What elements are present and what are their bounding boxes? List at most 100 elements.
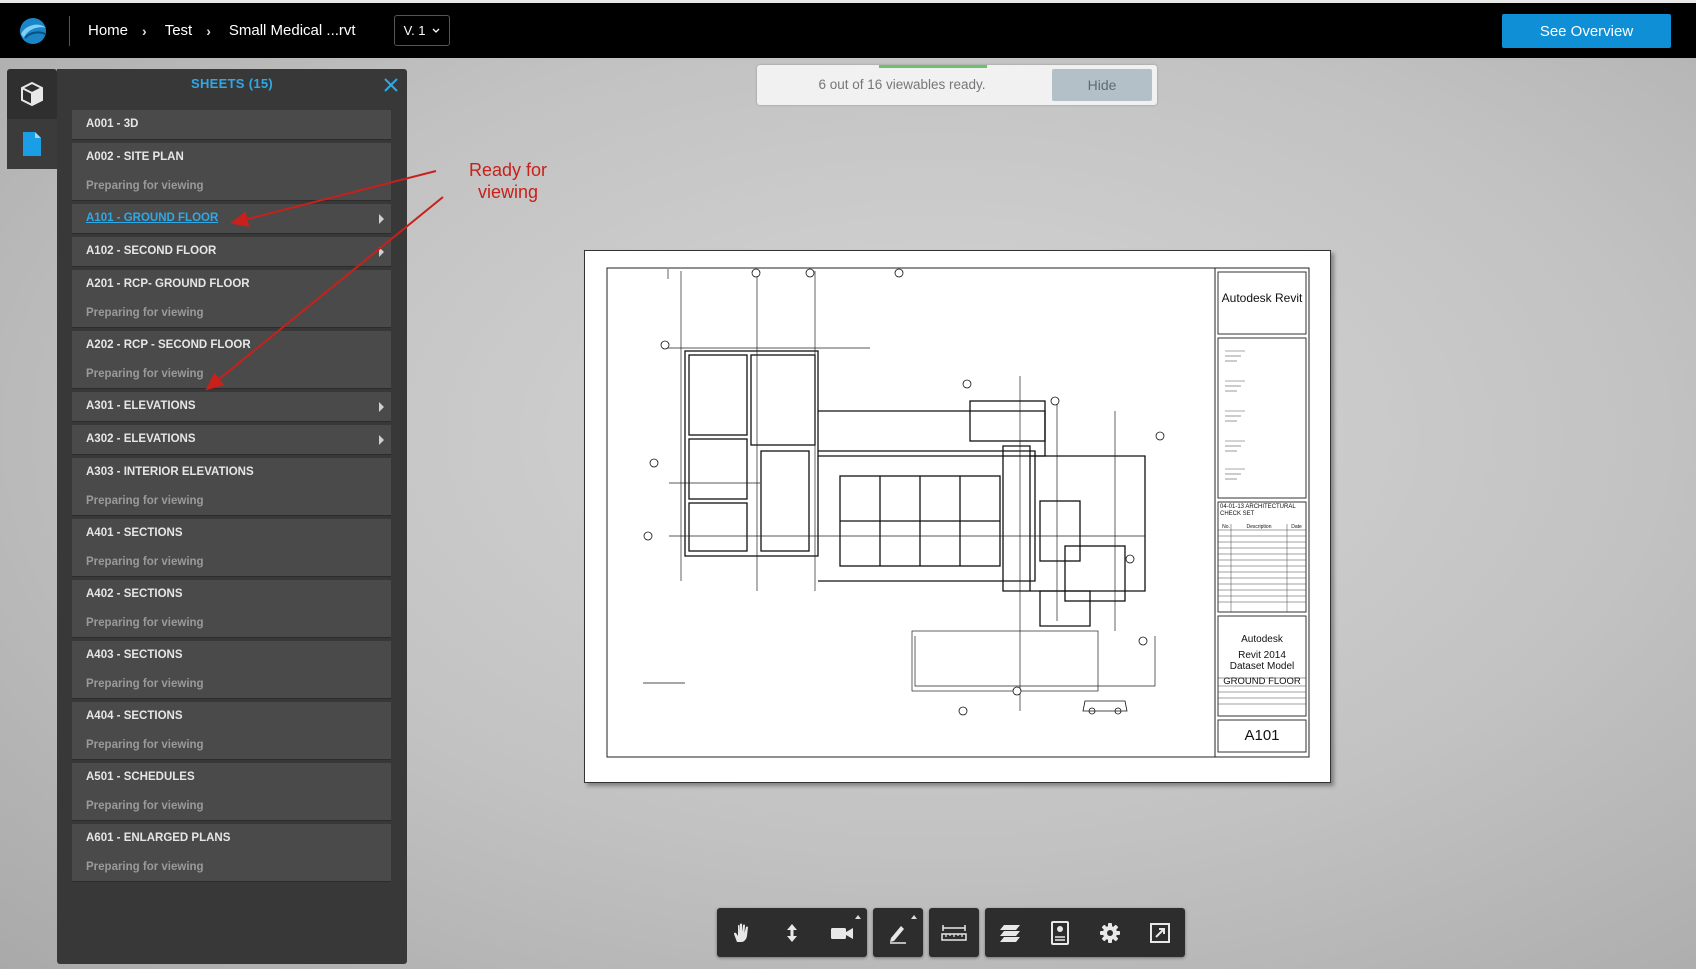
title-block-sheet-number: A101	[1244, 727, 1280, 744]
viewables-status-bar: 6 out of 16 viewables ready. Hide	[757, 65, 1157, 105]
title-block-sheet-title: GROUND FLOOR	[1223, 676, 1301, 687]
expand-arrow-icon[interactable]	[379, 214, 384, 224]
breadcrumb-label[interactable]: Test	[165, 22, 193, 39]
title-block-col-date: Date	[1291, 524, 1302, 530]
sheet-name[interactable]: A302 - ELEVATIONS	[72, 425, 391, 454]
title-block-company: Autodesk	[1241, 634, 1283, 645]
drawing-sheet[interactable]: Autodesk Revit 04-01-13 ARCHITECTURAL CH…	[584, 250, 1331, 783]
title-block-col-no: No.	[1222, 524, 1230, 530]
viewer-toolbar	[717, 908, 1185, 957]
sheet-item[interactable]: A501 - SCHEDULES Preparing for viewing	[72, 763, 391, 821]
sheets-view-button[interactable]	[7, 119, 57, 169]
sheet-status: Preparing for viewing	[86, 617, 204, 629]
breadcrumb-file: Small Medical ...rvt	[229, 22, 356, 39]
document-icon	[23, 132, 41, 156]
sheet-item[interactable]: A403 - SECTIONS Preparing for viewing	[72, 641, 391, 699]
sheet-item[interactable]: A404 - SECTIONS Preparing for viewing	[72, 702, 391, 760]
expand-arrow-icon[interactable]	[379, 247, 384, 257]
callout-line-2: viewing	[477, 182, 539, 202]
pan-button[interactable]	[717, 908, 767, 957]
sheet-item[interactable]: A201 - RCP- GROUND FLOOR Preparing for vi…	[72, 270, 391, 328]
breadcrumb-project[interactable]: Test ›	[165, 22, 211, 39]
version-label: V. 1	[403, 23, 426, 38]
viewer-mode-strip	[7, 69, 57, 169]
sheet-item[interactable]: A402 - SECTIONS Preparing for viewing	[72, 580, 391, 638]
title-block-project-line-2: Dataset Model	[1229, 661, 1295, 672]
sheet-item[interactable]: A202 - RCP - SECOND FLOOR Preparing for v…	[72, 331, 391, 389]
sheet-item[interactable]: A102 - SECOND FLOOR	[72, 237, 391, 267]
model-view-button[interactable]	[7, 69, 57, 119]
chevron-down-icon	[432, 28, 440, 33]
panel-title: SHEETS (15)	[190, 76, 274, 91]
title-block-col-description: Description	[1246, 524, 1272, 530]
sheet-status: Preparing for viewing	[86, 861, 204, 873]
sheet-item[interactable]: A301 - ELEVATIONS	[72, 392, 391, 422]
sheet-status: Preparing for viewing	[86, 368, 204, 380]
sheet-name[interactable]: A201 - RCP- GROUND FLOOR	[72, 270, 391, 299]
sheet-status: Preparing for viewing	[86, 180, 204, 192]
progress-indicator	[879, 65, 987, 68]
layers-icon	[1000, 924, 1020, 942]
cube-icon	[21, 81, 43, 107]
camera-icon	[831, 927, 853, 939]
markup-tools-group	[873, 908, 923, 957]
title-block-project-line-1: Revit 2014	[1238, 650, 1286, 661]
sheets-panel: SHEETS (15) A001 - 3D A002 - SITE PLAN Pre…	[57, 69, 407, 964]
expand-arrow-icon[interactable]	[379, 435, 384, 445]
breadcrumb-label: Small Medical ...rvt	[228, 22, 356, 39]
dolly-icon	[787, 923, 797, 942]
app-logo-icon[interactable]	[16, 14, 50, 48]
sheet-item[interactable]: A601 - ENLARGED PLANS Preparing for viewi…	[72, 824, 391, 882]
sheet-item[interactable]: A101 - GROUND FLOOR	[72, 204, 391, 234]
sheet-name[interactable]: A401 - SECTIONS	[72, 519, 391, 548]
sheet-name[interactable]: A501 - SCHEDULES	[72, 763, 391, 792]
settings-button[interactable]	[1085, 908, 1135, 957]
layers-button[interactable]	[985, 908, 1035, 957]
sheet-item[interactable]: A002 - SITE PLAN Preparing for viewing	[72, 143, 391, 201]
camera-button[interactable]	[817, 908, 867, 957]
sheet-name[interactable]: A301 - ELEVATIONS	[72, 392, 391, 421]
version-select[interactable]: V. 1	[393, 15, 450, 46]
sheet-name[interactable]: A402 - SECTIONS	[72, 580, 391, 609]
sheet-item[interactable]: A303 - INTERIOR ELEVATIONS Preparing for …	[72, 458, 391, 516]
measure-button[interactable]	[929, 908, 979, 957]
sheet-name[interactable]: A101 - GROUND FLOOR	[72, 204, 391, 233]
submenu-indicator-icon	[911, 915, 917, 919]
settings-icon	[1100, 922, 1120, 943]
hide-button[interactable]: Hide	[1052, 69, 1152, 101]
expand-arrow-icon[interactable]	[379, 402, 384, 412]
fullscreen-icon	[1150, 922, 1170, 943]
sheet-name[interactable]: A601 - ENLARGED PLANS	[72, 824, 391, 853]
sheet-name[interactable]: A102 - SECOND FLOOR	[72, 237, 391, 266]
sheet-status: Preparing for viewing	[86, 307, 204, 319]
settings-tools-group	[985, 908, 1185, 957]
sheet-name[interactable]: A202 - RCP - SECOND FLOOR	[72, 331, 391, 360]
sheet-status: Preparing for viewing	[86, 678, 204, 690]
sheet-name[interactable]: A001 - 3D	[72, 110, 391, 139]
sheet-status: Preparing for viewing	[86, 800, 204, 812]
sheet-item[interactable]: A302 - ELEVATIONS	[72, 425, 391, 455]
callout-line-1: Ready for	[468, 160, 548, 180]
sheet-status: Preparing for viewing	[86, 556, 204, 568]
callout-annotation: Ready for viewing	[462, 159, 554, 203]
properties-button[interactable]	[1035, 908, 1085, 957]
sheet-status: Preparing for viewing	[86, 739, 204, 751]
sheet-item[interactable]: A401 - SECTIONS Preparing for viewing	[72, 519, 391, 577]
sheet-item[interactable]: A001 - 3D	[72, 110, 391, 140]
measure-icon	[941, 924, 967, 941]
title-block-brand: Autodesk Revit	[1221, 291, 1303, 305]
sheet-name[interactable]: A002 - SITE PLAN	[72, 143, 391, 172]
breadcrumb-label[interactable]: Home	[88, 22, 128, 39]
markup-button[interactable]	[873, 908, 923, 957]
chevron-right-icon: ›	[206, 22, 211, 39]
markup-icon	[890, 925, 906, 944]
sheet-name[interactable]: A403 - SECTIONS	[72, 641, 391, 670]
close-icon[interactable]	[383, 77, 399, 93]
see-overview-button[interactable]: See Overview	[1502, 14, 1671, 48]
chevron-right-icon: ›	[142, 22, 147, 39]
fullscreen-button[interactable]	[1135, 908, 1185, 957]
dolly-button[interactable]	[767, 908, 817, 957]
sheet-name[interactable]: A303 - INTERIOR ELEVATIONS	[72, 458, 391, 487]
sheet-name[interactable]: A404 - SECTIONS	[72, 702, 391, 731]
breadcrumb-home[interactable]: Home ›	[88, 22, 147, 39]
